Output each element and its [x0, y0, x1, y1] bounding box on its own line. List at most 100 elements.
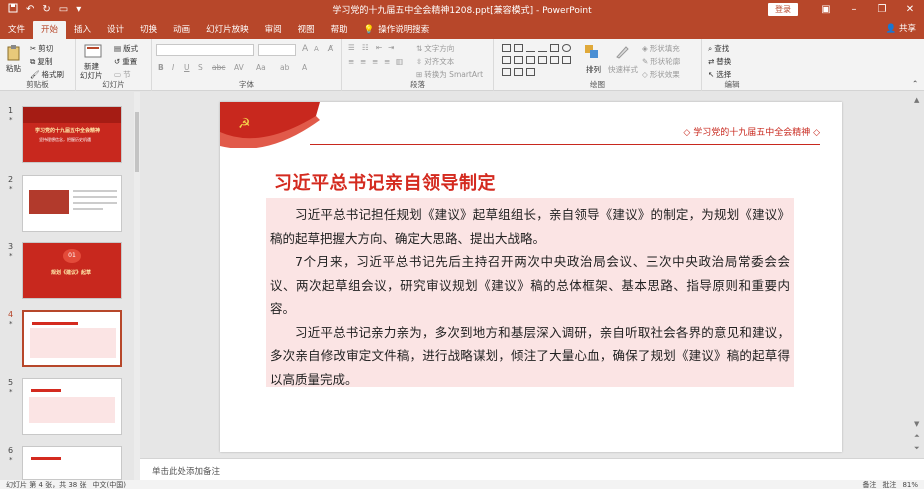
tell-me-search[interactable]: 💡 操作说明搜索 [356, 21, 438, 39]
minimize-icon[interactable]: – [840, 4, 868, 15]
tab-insert[interactable]: 插入 [66, 21, 99, 39]
scroll-up-icon[interactable]: ▲ [914, 96, 919, 104]
clear-formatting-icon[interactable]: A̸ [328, 44, 333, 53]
shape-fill-button[interactable]: ◈ 形状填充 [642, 43, 680, 54]
tab-animations[interactable]: 动画 [165, 21, 198, 39]
save-icon[interactable] [8, 3, 18, 16]
shape-line-2[interactable] [538, 44, 547, 52]
copy-button[interactable]: ⧉ 复制 [30, 56, 52, 67]
arrange-icon[interactable] [584, 44, 600, 60]
shape-brace[interactable] [562, 56, 571, 64]
shape-star[interactable] [550, 56, 559, 64]
align-center-icon[interactable]: ≡ [360, 57, 366, 66]
notes-pane[interactable]: 单击此处添加备注 [140, 458, 924, 480]
section-icon: ▭ [114, 70, 122, 79]
shape-flow[interactable] [526, 68, 535, 76]
find-button[interactable]: ⌕ 查找 [708, 43, 729, 54]
paste-icon[interactable] [6, 44, 22, 61]
change-case-icon[interactable]: Aa [256, 63, 266, 72]
font-size-combo[interactable] [258, 44, 296, 56]
current-slide[interactable]: ☭ ◇ 学习党的十九届五中全会精神 ◇ 习近平总书记亲自领导制定 习近平总书记担… [220, 102, 842, 452]
tab-review[interactable]: 审阅 [257, 21, 290, 39]
replace-button[interactable]: ⇄ 替换 [708, 56, 731, 67]
shape-rectangle[interactable] [502, 44, 511, 52]
cut-button[interactable]: ✂ 剪切 [30, 43, 53, 54]
tab-slideshow[interactable]: 幻灯片放映 [198, 21, 257, 39]
next-slide-icon[interactable]: ⏷ [914, 444, 920, 453]
shape-outline-button[interactable]: ✎ 形状轮廓 [642, 56, 680, 67]
align-right-icon[interactable]: ≡ [372, 57, 378, 66]
paste-label[interactable]: 粘贴 [6, 63, 21, 74]
thumbnail-scrollbar-thumb[interactable] [135, 112, 139, 172]
font-name-combo[interactable] [156, 44, 254, 56]
shape-block-arrow[interactable] [538, 56, 547, 64]
reset-icon: ↺ [114, 57, 121, 66]
close-icon[interactable]: ✕ [896, 4, 924, 15]
layout-button[interactable]: ▤ 版式 [114, 43, 138, 54]
slide-thumbnail-4[interactable] [22, 310, 122, 367]
shape-textbox[interactable] [514, 44, 523, 52]
scroll-down-icon[interactable]: ▼ [914, 420, 919, 428]
justify-icon[interactable]: ≡ [384, 57, 390, 66]
arrange-label[interactable]: 排列 [586, 64, 601, 75]
italic-icon[interactable]: I [172, 63, 174, 72]
shape-curve[interactable] [514, 68, 523, 76]
shadow-icon[interactable]: S [198, 63, 203, 72]
ribbon-display-options-icon[interactable]: ▣ [812, 4, 840, 15]
numbering-icon[interactable]: ☷ [362, 43, 369, 52]
tab-home[interactable]: 开始 [33, 21, 67, 39]
comments-toggle[interactable]: 批注 [882, 480, 896, 489]
shape-oval[interactable] [562, 44, 571, 52]
slide-thumbnail-3[interactable]: 01 规划《建议》起草 [22, 242, 122, 299]
previous-slide-icon[interactable]: ⏶ [914, 432, 920, 441]
tab-help[interactable]: 帮助 [323, 21, 356, 39]
collapse-ribbon-icon[interactable]: ⌃ [912, 79, 918, 88]
tab-design[interactable]: 设计 [99, 21, 132, 39]
tab-view[interactable]: 视图 [290, 21, 323, 39]
shape-rectangle-2[interactable] [550, 44, 559, 52]
slide-thumbnail-5[interactable] [22, 378, 122, 435]
share-button[interactable]: 👤 共享 [886, 22, 916, 34]
customize-qat-icon[interactable]: ▾ [76, 4, 81, 15]
align-text-button[interactable]: ⇳ 对齐文本 [416, 56, 454, 67]
zoom-level[interactable]: 81% [902, 481, 918, 489]
undo-icon[interactable]: ↶ [26, 4, 34, 15]
shape-callout[interactable] [502, 68, 511, 76]
login-button[interactable]: 登录 [768, 3, 798, 16]
new-slide-icon[interactable] [84, 44, 102, 60]
increase-indent-icon[interactable]: ⇥ [388, 43, 394, 52]
highlight-color-icon[interactable]: ab [280, 63, 289, 72]
shape-triangle[interactable] [502, 56, 511, 64]
notes-toggle[interactable]: 备注 [862, 480, 876, 489]
underline-icon[interactable]: U [184, 63, 190, 72]
tab-transitions[interactable]: 切换 [132, 21, 165, 39]
shape-arrow[interactable] [526, 56, 535, 64]
redo-icon[interactable]: ↻ [42, 4, 50, 15]
slide-vertical-scrollbar[interactable]: ▲ ▼ ⏶ ⏷ [912, 92, 924, 458]
align-left-icon[interactable]: ≡ [348, 57, 354, 66]
columns-icon[interactable]: ▥ [396, 57, 403, 66]
quick-styles-icon[interactable] [614, 44, 630, 60]
text-direction-button[interactable]: ⇅ 文字方向 [416, 43, 454, 54]
decrease-font-size-icon[interactable]: A [314, 45, 319, 53]
reset-button[interactable]: ↺ 重置 [114, 56, 137, 67]
quick-styles-label[interactable]: 快速样式 [608, 64, 638, 75]
increase-font-size-icon[interactable]: A [302, 44, 308, 54]
tab-file[interactable]: 文件 [0, 21, 33, 39]
slide-title[interactable]: 习近平总书记亲自领导制定 [274, 169, 496, 195]
language-status[interactable]: 中文(中国) [93, 480, 126, 489]
slide-thumbnail-6[interactable] [22, 446, 122, 480]
font-color-icon[interactable]: A [302, 63, 307, 72]
shape-line[interactable] [526, 44, 535, 52]
strikethrough-icon[interactable]: abc [212, 63, 225, 72]
slide-thumbnail-1[interactable]: 学习党的十九届五中全会精神 坚持理想信念，把握历史机遇 [22, 106, 122, 163]
character-spacing-icon[interactable]: AV [234, 63, 244, 72]
body-text-box[interactable]: 习近平总书记担任规划《建议》起草组组长，亲自领导《建议》的制定，为规划《建议》稿… [266, 198, 794, 387]
shape-l[interactable] [514, 56, 523, 64]
bullets-icon[interactable]: ☰ [348, 43, 355, 52]
bold-icon[interactable]: B [158, 63, 164, 72]
restore-icon[interactable]: ❐ [868, 4, 896, 15]
decrease-indent-icon[interactable]: ⇤ [376, 43, 382, 52]
start-slideshow-icon[interactable]: ▭ [59, 4, 68, 15]
slide-thumbnail-2[interactable] [22, 175, 122, 232]
